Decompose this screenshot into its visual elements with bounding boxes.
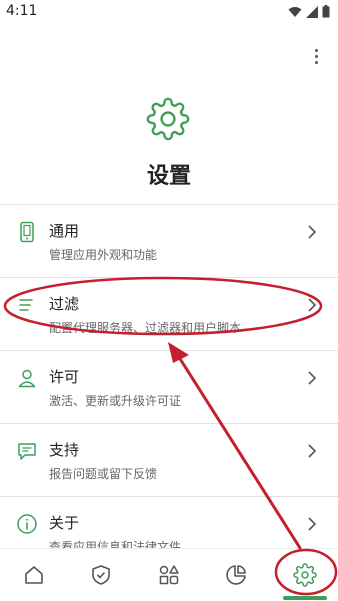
filter-lines-icon (19, 299, 33, 311)
home-icon[interactable] (22, 563, 46, 587)
wifi-icon (288, 6, 302, 17)
settings-item-filtering[interactable]: 过滤 配置代理服务器、过滤器和用户脚本 (0, 278, 338, 351)
info-icon (17, 514, 37, 534)
chevron-right-icon (308, 298, 317, 312)
gear-icon[interactable] (293, 563, 317, 587)
pie-chart-icon[interactable] (224, 563, 248, 587)
settings-item-support[interactable]: 支持 报告问题或留下反馈 (0, 424, 338, 497)
battery-icon (322, 5, 330, 18)
settings-item-subtitle: 报告问题或留下反馈 (49, 467, 158, 481)
settings-item-general[interactable]: 通用 管理应用外观和功能 (0, 204, 338, 278)
settings-item-subtitle: 管理应用外观和功能 (49, 248, 158, 262)
bottom-navigation (0, 548, 338, 601)
status-time: 4:11 (6, 3, 38, 19)
settings-item-subtitle: 激活、更新或升级许可证 (49, 394, 182, 408)
gear-icon (146, 97, 190, 141)
status-bar: 4:11 (0, 0, 338, 24)
status-icons (288, 5, 330, 18)
overflow-menu-button[interactable] (308, 44, 324, 68)
chat-icon (18, 443, 36, 460)
page-title: 设置 (146, 164, 191, 189)
settings-item-title: 支持 (49, 441, 80, 459)
signal-icon (306, 5, 318, 18)
settings-item-title: 过滤 (49, 295, 80, 313)
chevron-right-icon (308, 517, 317, 531)
settings-item-title: 关于 (49, 514, 80, 532)
settings-list: 通用 管理应用外观和功能 过滤 配置代理服务器、过滤器和用户脚本 许可 激活、更… (0, 204, 338, 570)
user-icon (18, 369, 36, 388)
chevron-right-icon (308, 371, 317, 385)
grid-icon[interactable] (157, 563, 181, 587)
chevron-right-icon (308, 444, 317, 458)
shield-check-icon[interactable] (89, 563, 113, 587)
settings-item-subtitle: 配置代理服务器、过滤器和用户脚本 (49, 321, 242, 335)
phone-icon (20, 221, 34, 243)
chevron-right-icon (308, 225, 317, 239)
settings-item-title: 通用 (49, 222, 80, 240)
active-tab-indicator (283, 596, 327, 600)
settings-item-license[interactable]: 许可 激活、更新或升级许可证 (0, 351, 338, 424)
settings-item-title: 许可 (49, 368, 80, 386)
